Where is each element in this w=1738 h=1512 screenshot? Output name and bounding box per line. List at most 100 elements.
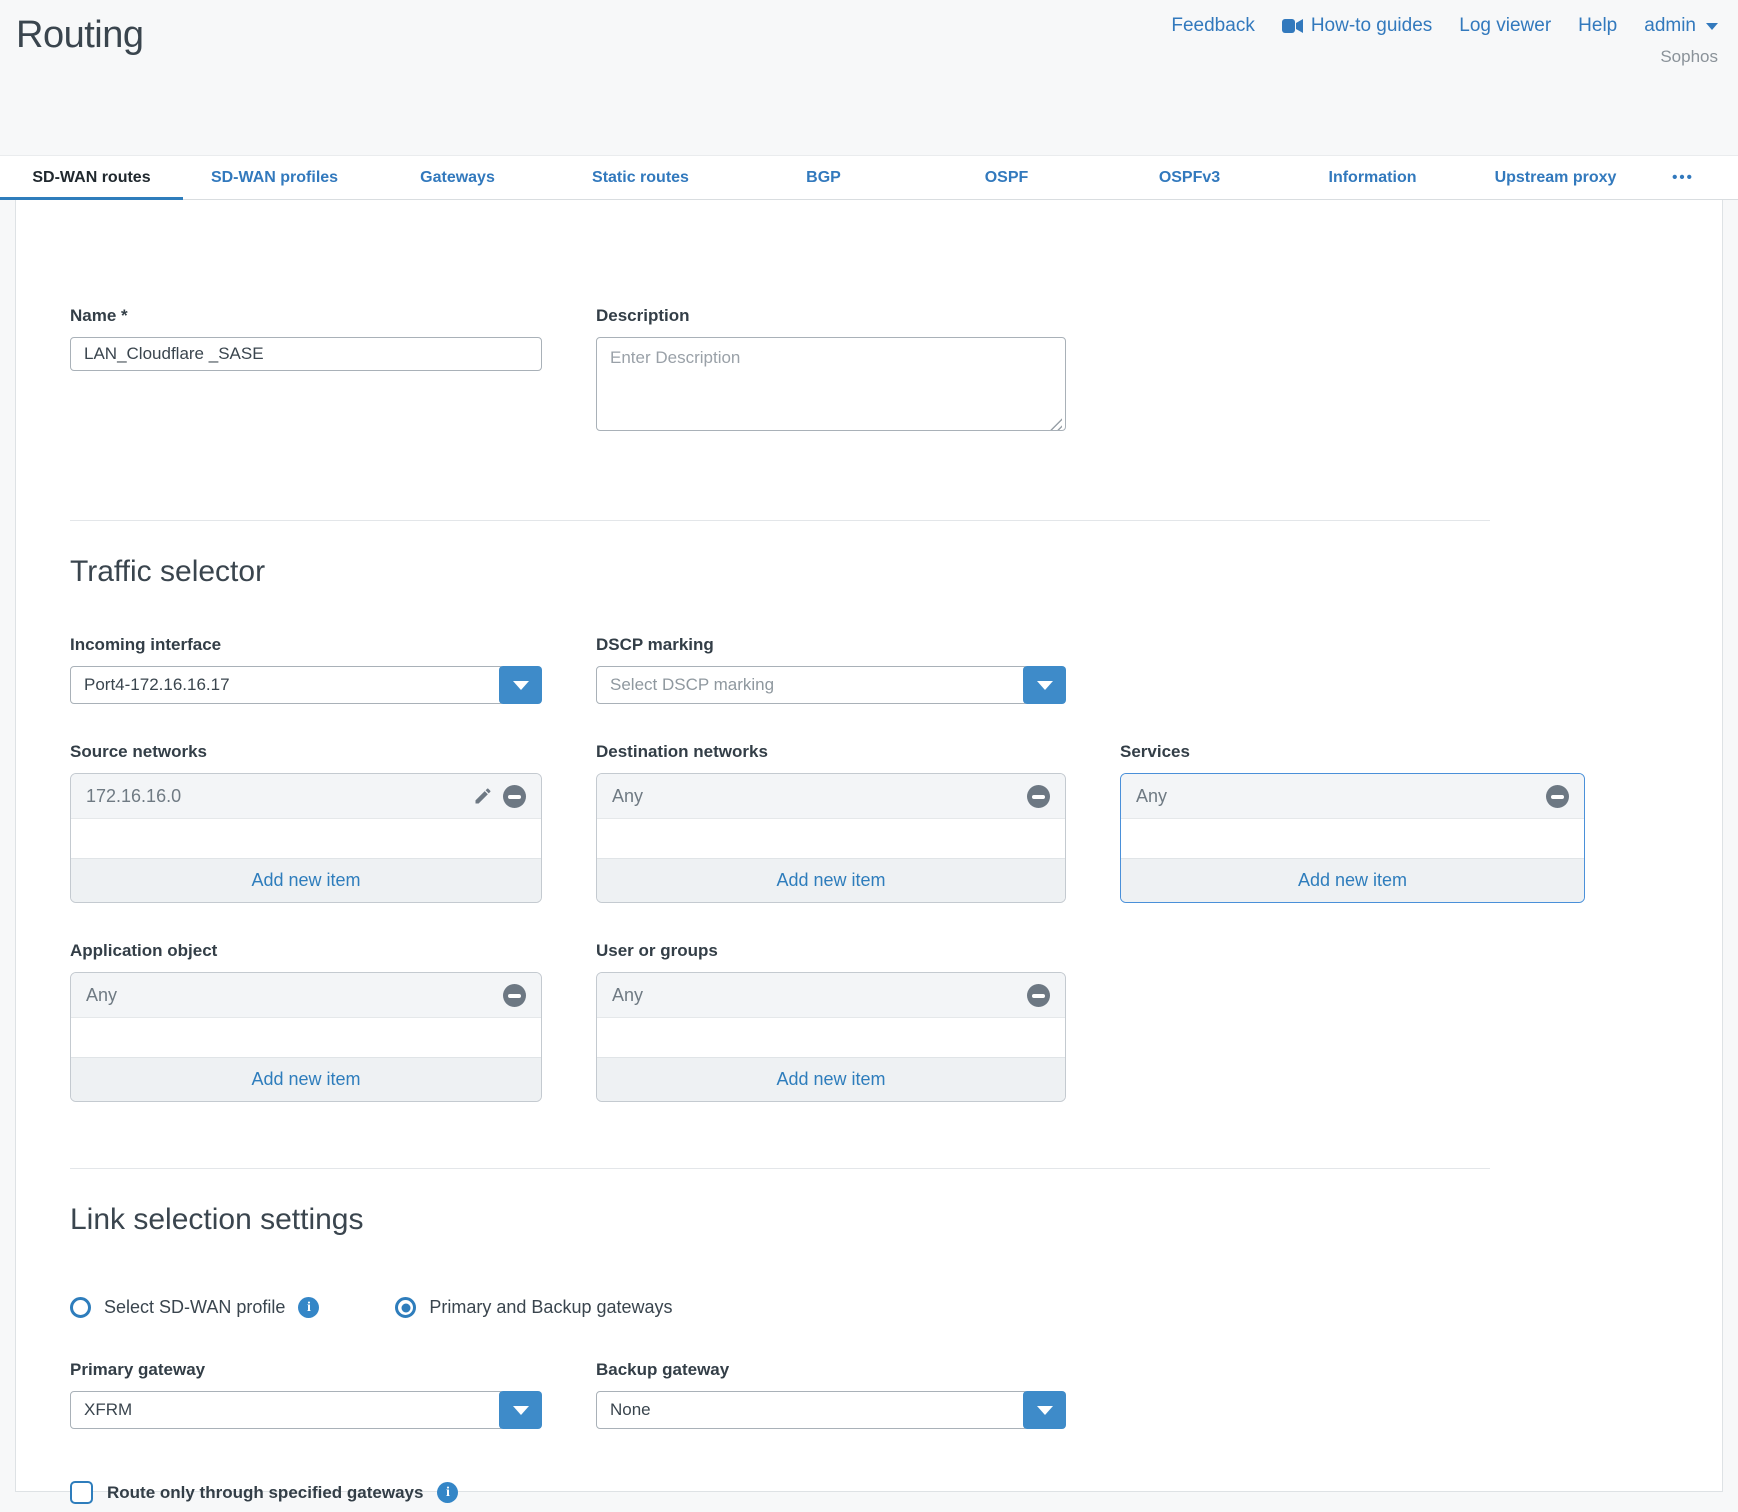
dscp-marking-label: DSCP marking [596,635,1066,655]
services-label: Services [1120,742,1585,762]
chevron-down-icon [1706,23,1718,30]
page-header: Routing Feedback How-to guides Log viewe… [0,0,1738,155]
backup-gateway-label: Backup gateway [596,1360,1066,1380]
remove-item-icon[interactable] [1027,785,1050,808]
description-textarea[interactable] [596,337,1066,431]
empty-list-area [71,819,541,858]
radio-label: Primary and Backup gateways [429,1297,672,1318]
tab-ospf[interactable]: OSPF [915,156,1098,199]
howto-guides-link[interactable]: How-to guides [1282,15,1432,37]
services-box: Any Add new item [1120,773,1585,903]
route-only-checkbox[interactable] [70,1481,93,1504]
tab-information[interactable]: Information [1281,156,1464,199]
brand-label: Sophos [1660,47,1718,67]
feedback-link[interactable]: Feedback [1171,15,1254,37]
add-new-item-button[interactable]: Add new item [71,1057,541,1101]
services-group: Services Any Add new item [1120,742,1585,903]
tab-gateways[interactable]: Gateways [366,156,549,199]
incoming-interface-group: Incoming interface Port4-172.16.16.17 [70,635,542,704]
item-label: Any [86,985,503,1006]
backup-gateway-value: None [596,1391,1028,1429]
video-icon [1282,19,1303,33]
list-item: Any [1121,774,1584,819]
edit-pencil-icon[interactable] [473,786,493,806]
dscp-marking-select[interactable]: Select DSCP marking [596,666,1066,704]
user-or-groups-group: User or groups Any Add new item [596,941,1066,1102]
tab-sd-wan-routes[interactable]: SD-WAN routes [0,156,183,199]
info-icon[interactable]: i [437,1482,458,1503]
list-item: Any [597,973,1065,1018]
route-only-checkbox-row: Route only through specified gateways i [70,1481,1722,1504]
tab-more[interactable]: ••• [1647,156,1719,199]
remove-item-icon[interactable] [503,984,526,1007]
backup-gateway-group: Backup gateway None [596,1360,1066,1429]
tab-bar: SD-WAN routes SD-WAN profiles Gateways S… [0,155,1738,200]
source-networks-box: 172.16.16.0 Add new item [70,773,542,903]
incoming-interface-value: Port4-172.16.16.17 [70,666,504,704]
incoming-interface-select[interactable]: Port4-172.16.16.17 [70,666,542,704]
tab-ospfv3[interactable]: OSPFv3 [1098,156,1281,199]
empty-list-area [71,1018,541,1057]
dropdown-button[interactable] [499,666,542,704]
chevron-down-icon [513,681,529,690]
name-input[interactable] [70,337,542,371]
required-mark: * [121,306,128,325]
empty-list-area [597,819,1065,858]
backup-gateway-select[interactable]: None [596,1391,1066,1429]
info-icon[interactable]: i [298,1297,319,1318]
add-new-item-button[interactable]: Add new item [597,858,1065,902]
tab-bgp[interactable]: BGP [732,156,915,199]
empty-list-area [1121,819,1584,858]
list-item: Any [71,973,541,1018]
name-label: Name * [70,306,542,326]
application-object-box: Any Add new item [70,972,542,1102]
admin-menu[interactable]: admin [1644,15,1718,37]
tab-static-routes[interactable]: Static routes [549,156,732,199]
application-object-label: Application object [70,941,542,961]
primary-gateway-label: Primary gateway [70,1360,542,1380]
dropdown-button[interactable] [1023,1391,1066,1429]
incoming-interface-label: Incoming interface [70,635,542,655]
remove-item-icon[interactable] [1546,785,1569,808]
section-divider [70,520,1490,521]
empty-list-area [597,1018,1065,1057]
radio-label: Select SD-WAN profile [104,1297,285,1318]
radio-primary-backup-gateways[interactable]: Primary and Backup gateways [395,1297,672,1318]
help-link[interactable]: Help [1578,15,1617,37]
source-networks-label: Source networks [70,742,542,762]
dscp-marking-placeholder: Select DSCP marking [596,666,1028,704]
dropdown-button[interactable] [499,1391,542,1429]
add-new-item-button[interactable]: Add new item [71,858,541,902]
item-label: Any [612,786,1027,807]
user-or-groups-box: Any Add new item [596,972,1066,1102]
more-dots-icon: ••• [1672,169,1694,186]
chevron-down-icon [1037,1406,1053,1415]
primary-gateway-group: Primary gateway XFRM [70,1360,542,1429]
radio-icon [70,1297,91,1318]
application-object-group: Application object Any Add new item [70,941,542,1102]
tab-sd-wan-profiles[interactable]: SD-WAN profiles [183,156,366,199]
description-field-group: Description [596,306,1066,436]
link-selection-radios: Select SD-WAN profile i Primary and Back… [70,1297,1722,1318]
add-new-item-button[interactable]: Add new item [597,1057,1065,1101]
remove-item-icon[interactable] [1027,984,1050,1007]
list-item: 172.16.16.0 [71,774,541,819]
log-viewer-link[interactable]: Log viewer [1459,15,1551,37]
section-divider [70,1168,1490,1169]
remove-item-icon[interactable] [503,785,526,808]
dropdown-button[interactable] [1023,666,1066,704]
user-or-groups-label: User or groups [596,941,1066,961]
tab-upstream-proxy[interactable]: Upstream proxy [1464,156,1647,199]
primary-gateway-select[interactable]: XFRM [70,1391,542,1429]
chevron-down-icon [1037,681,1053,690]
item-label: 172.16.16.0 [86,786,473,807]
add-new-item-button[interactable]: Add new item [1121,858,1584,902]
chevron-down-icon [513,1406,529,1415]
destination-networks-group: Destination networks Any Add new item [596,742,1066,903]
radio-selected-icon [395,1297,416,1318]
link-selection-heading: Link selection settings [70,1203,1722,1237]
radio-select-sd-wan-profile[interactable]: Select SD-WAN profile i [70,1297,319,1318]
destination-networks-label: Destination networks [596,742,1066,762]
primary-gateway-value: XFRM [70,1391,504,1429]
destination-networks-box: Any Add new item [596,773,1066,903]
